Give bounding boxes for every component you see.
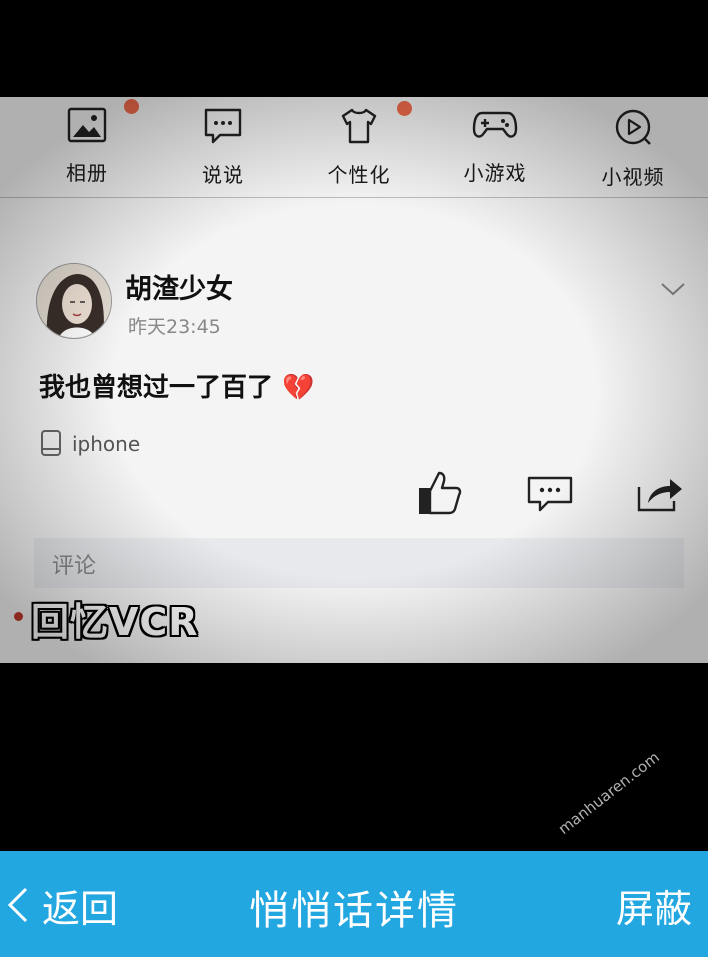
device-name: iphone [72, 432, 141, 456]
feature-nav: 相册 说说 个性化 小游戏 小视频 [0, 97, 708, 198]
nav-item-video[interactable]: 小视频 [578, 107, 688, 190]
phone-icon [41, 430, 61, 456]
video-caption: 回忆VCR [31, 600, 199, 644]
chat-icon [204, 108, 242, 144]
share-icon[interactable] [636, 475, 684, 513]
nav-item-games[interactable]: 小游戏 [440, 107, 550, 186]
nav-label-video: 小视频 [601, 165, 665, 189]
play-icon [615, 109, 651, 145]
bottom-bar: 返回 悄悄话详情 屏蔽 [0, 851, 708, 957]
post-content: 我也曾想过一了百了 💔 [39, 373, 315, 403]
nav-item-shuoshuo[interactable]: 说说 [168, 107, 278, 188]
gamepad-icon [472, 111, 518, 138]
post-detail-panel: 相册 说说 个性化 小游戏 小视频 胡渣少女 昨天23:45 我也曾想过一了百了… [0, 97, 708, 663]
thumbs-up-icon[interactable] [418, 469, 462, 515]
nav-label-games: 小游戏 [463, 161, 527, 185]
record-dot-icon [14, 612, 23, 621]
album-icon [67, 107, 107, 143]
avatar[interactable] [36, 263, 112, 339]
block-button[interactable]: 屏蔽 [616, 878, 692, 933]
nav-label-personalize: 个性化 [327, 163, 391, 187]
tshirt-icon [341, 108, 377, 144]
notification-dot [124, 99, 139, 114]
device-info: iphone [39, 429, 140, 461]
comment-label: 评论 [52, 554, 97, 579]
author-name[interactable]: 胡渣少女 [125, 267, 233, 306]
notification-dot [397, 101, 412, 116]
comment-section-header: 评论 [34, 538, 684, 588]
nav-label-album: 相册 [66, 161, 108, 185]
comment-icon[interactable] [526, 475, 574, 513]
watermark: manhuaren.com [554, 748, 663, 838]
post-time: 昨天23:45 [128, 316, 221, 338]
nav-item-album[interactable]: 相册 [32, 107, 142, 186]
nav-item-personalize[interactable]: 个性化 [304, 107, 414, 188]
avatar-image [37, 264, 111, 338]
chevron-down-icon[interactable] [660, 281, 686, 297]
page-title: 悄悄话详情 [249, 888, 459, 934]
nav-label-shuoshuo: 说说 [202, 163, 244, 187]
